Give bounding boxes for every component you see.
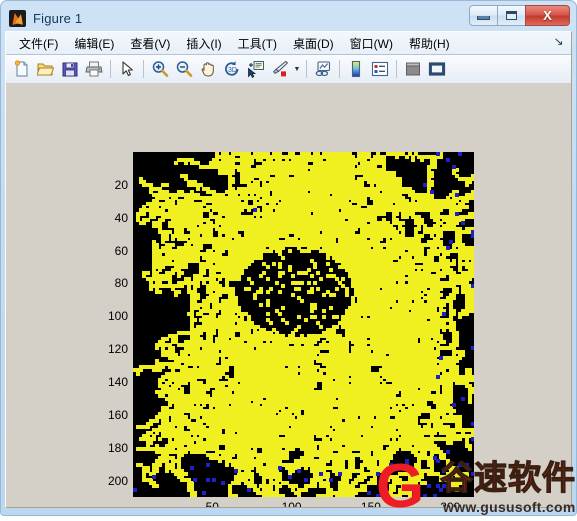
y-tick-label: 100 (107, 309, 128, 324)
toolbar-separator (339, 60, 340, 78)
hide-plot-tools-icon[interactable] (401, 57, 425, 81)
toolbar-separator (306, 60, 307, 78)
client-area: 文件(F) 编辑(E) 查看(V) 插入(I) 工具(T) 桌面(D) 窗口(W… (5, 31, 572, 508)
open-file-icon[interactable] (34, 57, 58, 81)
menu-desktop[interactable]: 桌面(D) (285, 33, 342, 54)
plot-axes[interactable] (133, 152, 474, 497)
y-axis-tick-labels: 20 40 60 80 100 120 140 160 180 200 (83, 152, 128, 497)
pan-icon[interactable] (196, 57, 220, 81)
menu-insert[interactable]: 插入(I) (178, 33, 229, 54)
new-figure-icon[interactable] (10, 57, 34, 81)
close-icon: X (543, 8, 552, 23)
y-tick-label: 80 (114, 276, 128, 291)
menu-tools[interactable]: 工具(T) (230, 33, 285, 54)
maximize-icon (506, 11, 517, 20)
matlab-logo-icon (9, 9, 26, 27)
y-tick-label: 60 (114, 243, 128, 258)
x-axis-tick-labels: 50 100 150 200 (133, 501, 474, 507)
y-tick-label: 20 (114, 177, 128, 192)
legend-icon[interactable] (368, 57, 392, 81)
edit-plot-icon[interactable] (115, 57, 139, 81)
y-tick-label: 180 (107, 440, 128, 455)
y-tick-label: 200 (107, 473, 128, 488)
tool-bar: 3D ▼ (6, 55, 571, 84)
y-tick-label: 140 (107, 375, 128, 389)
zoom-out-icon[interactable] (172, 57, 196, 81)
menu-help[interactable]: 帮助(H) (401, 33, 458, 54)
menu-edit[interactable]: 编辑(E) (66, 33, 122, 54)
menu-overflow-icon[interactable]: ↘ (553, 35, 563, 48)
link-data-icon[interactable] (311, 57, 335, 81)
toolbar-separator (110, 60, 111, 78)
y-tick-label: 160 (107, 407, 128, 422)
figure-canvas[interactable]: 20 40 60 80 100 120 140 160 180 200 50 100 150 200 (6, 83, 571, 507)
figure-window: Figure 1 X 文件(F) 编辑(E) 查看(V) 插入(I) 工具(T)… (0, 0, 577, 516)
menu-view[interactable]: 查看(V) (122, 33, 178, 54)
toolbar-separator (396, 60, 397, 78)
y-tick-label: 40 (114, 210, 128, 225)
rotate-3d-icon[interactable]: 3D (220, 57, 244, 81)
close-button[interactable]: X (525, 5, 570, 26)
x-tick-label: 100 (281, 500, 302, 507)
window-title: Figure 1 (33, 10, 83, 26)
maximize-button[interactable] (497, 5, 526, 26)
save-figure-icon[interactable] (58, 57, 82, 81)
menu-file[interactable]: 文件(F) (11, 33, 66, 54)
dla-fractal-plot (133, 152, 474, 497)
brush-icon[interactable] (268, 57, 292, 81)
y-tick-label: 120 (107, 342, 128, 357)
colorbar-icon[interactable] (344, 57, 368, 81)
x-tick-label: 50 (205, 500, 219, 507)
zoom-in-icon[interactable] (148, 57, 172, 81)
window-controls: X (469, 5, 570, 27)
show-plot-tools-icon[interactable] (425, 57, 449, 81)
minimize-button[interactable] (469, 5, 498, 26)
menu-window[interactable]: 窗口(W) (342, 33, 401, 54)
menu-bar: 文件(F) 编辑(E) 查看(V) 插入(I) 工具(T) 桌面(D) 窗口(W… (6, 32, 571, 55)
x-tick-label: 150 (360, 500, 381, 507)
title-bar: Figure 1 X (5, 5, 572, 31)
data-cursor-icon[interactable] (244, 57, 268, 81)
brush-dropdown-icon[interactable]: ▼ (292, 66, 302, 73)
toolbar-separator (143, 60, 144, 78)
minimize-icon (477, 16, 490, 20)
print-figure-icon[interactable] (82, 57, 106, 81)
x-tick-label: 200 (440, 500, 461, 507)
svg-text:3D: 3D (228, 67, 237, 74)
